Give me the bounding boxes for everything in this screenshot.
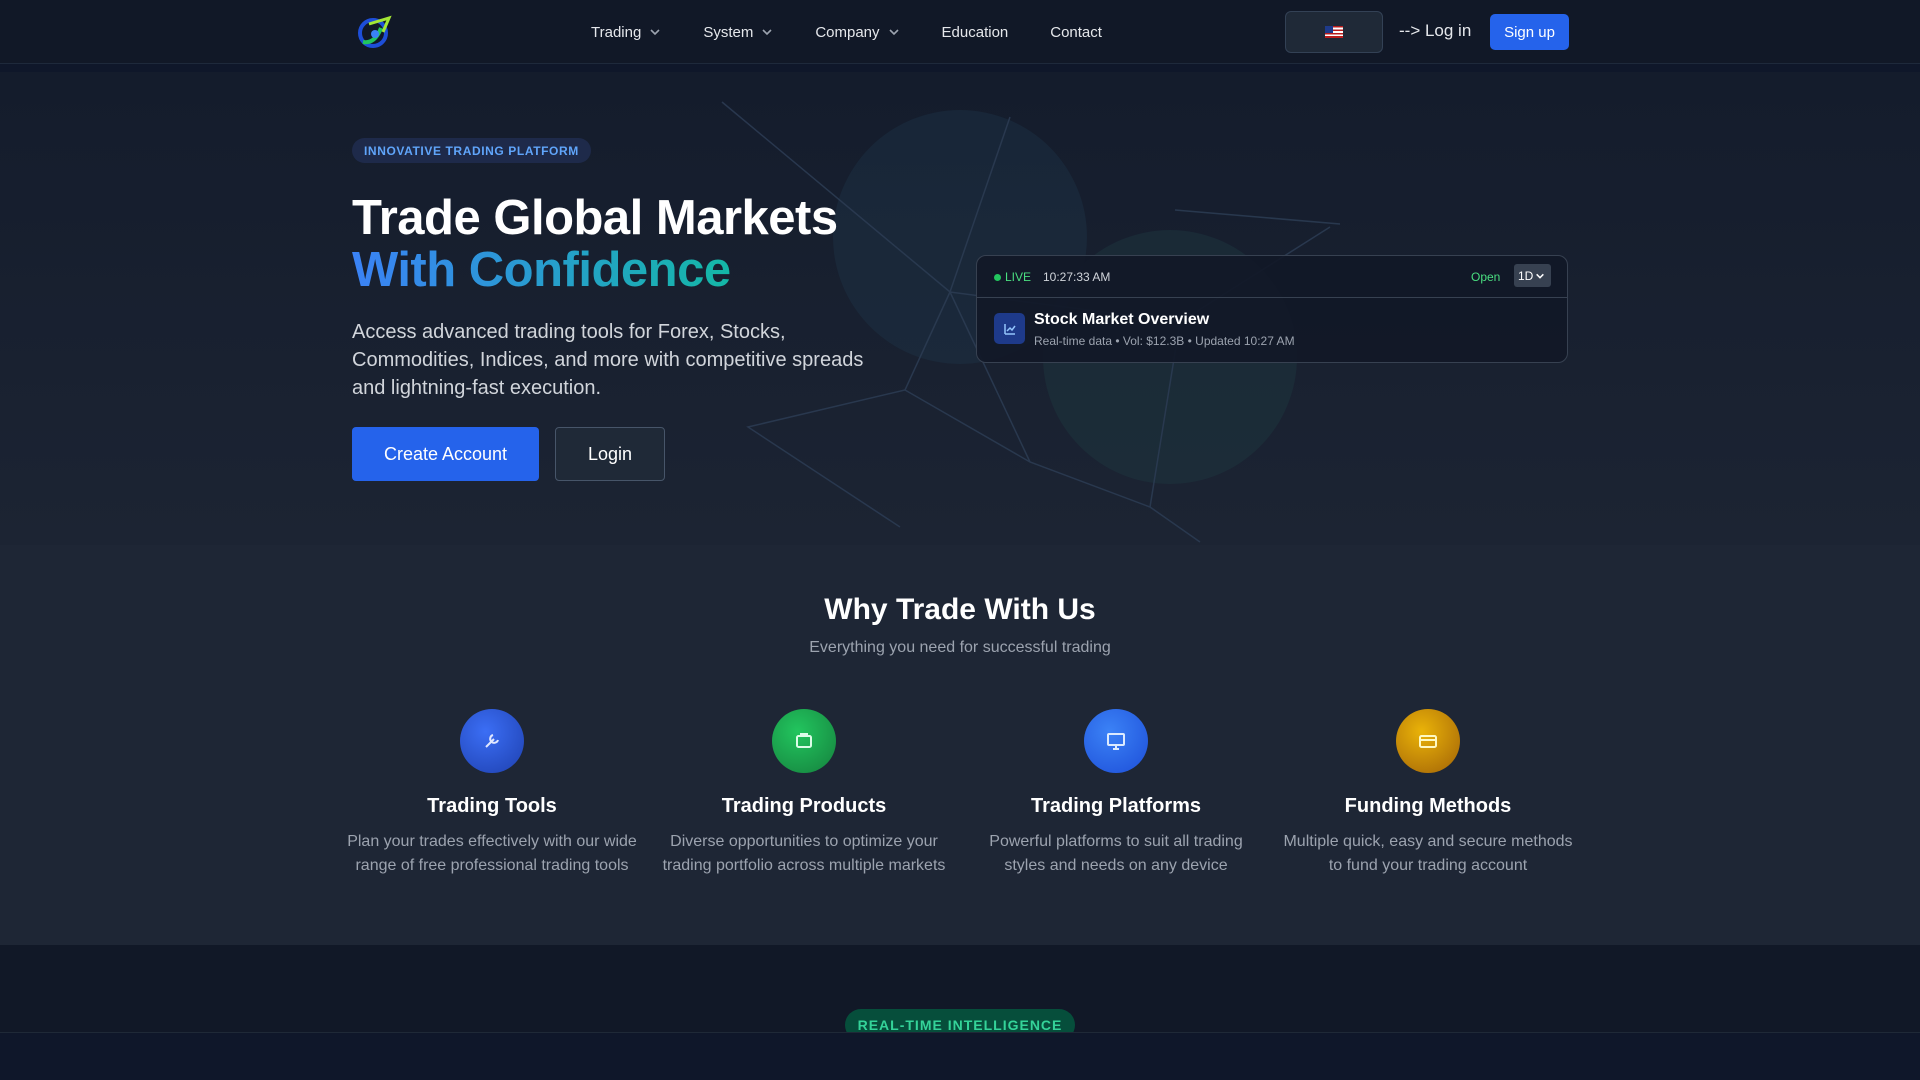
- feature-trading-platforms: Trading Platforms Powerful platforms to …: [971, 709, 1261, 878]
- feature-trading-products: Trading Products Diverse opportunities t…: [659, 709, 949, 878]
- widget-time: 10:27:33 AM: [1043, 270, 1111, 284]
- intelligence-section: REAL-TIME INTELLIGENCE: [0, 945, 1920, 1080]
- feature-title: Trading Products: [721, 795, 887, 817]
- feature-title: Trading Platforms: [1030, 795, 1202, 817]
- period-select[interactable]: 1D: [1514, 264, 1551, 287]
- nav-company[interactable]: Company: [815, 24, 899, 41]
- footer-strip: [0, 1032, 1920, 1080]
- hero-badge: INNOVATIVE TRADING PLATFORM: [352, 138, 591, 163]
- top-navbar: Trading System Company Education Contact…: [0, 0, 1920, 64]
- nav-education-label: Education: [941, 23, 1009, 41]
- chevron-down-icon: [888, 29, 899, 36]
- nav-contact[interactable]: Contact: [1050, 24, 1102, 41]
- live-label: LIVE: [1005, 270, 1032, 284]
- nav-education[interactable]: Education: [942, 24, 1009, 41]
- products-icon: [772, 709, 836, 773]
- language-selector[interactable]: [1285, 11, 1383, 53]
- feature-description: Powerful platforms to suit all trading s…: [989, 833, 1243, 874]
- section-subtitle: Everything you need for successful tradi…: [809, 639, 1111, 656]
- feature-funding-methods: Funding Methods Multiple quick, easy and…: [1283, 709, 1573, 878]
- funding-icon: [1396, 709, 1460, 773]
- hero-title: Trade Global Markets: [352, 191, 838, 245]
- chevron-down-icon: [762, 29, 772, 36]
- market-widget: LIVE 10:27:33 AM Open 1D Stock Market Ov…: [976, 255, 1568, 363]
- nav-contact-label: Contact: [1050, 23, 1102, 41]
- hero-title-accent: With Confidence: [352, 243, 731, 297]
- chevron-down-icon: [650, 29, 660, 36]
- live-indicator: LIVE: [994, 270, 1031, 284]
- live-dot-icon: [994, 273, 1001, 281]
- chevron-down-icon: [1536, 273, 1545, 279]
- tools-icon: [460, 709, 524, 773]
- section-title: Why Trade With Us: [824, 593, 1096, 626]
- nav-system-label: System: [703, 23, 754, 41]
- feature-title: Funding Methods: [1344, 795, 1512, 817]
- feature-trading-tools: Trading Tools Plan your trades effective…: [347, 709, 637, 878]
- market-status: Open: [1471, 270, 1501, 284]
- hero-description: Access advanced trading tools for Forex,…: [352, 321, 864, 399]
- nav-company-label: Company: [815, 23, 880, 41]
- widget-title: Stock Market Overview: [1034, 311, 1210, 328]
- nav-trading-label: Trading: [591, 23, 642, 41]
- why-section: Why Trade With Us Everything you need fo…: [0, 545, 1920, 945]
- feature-description: Diverse opportunities to optimize your t…: [662, 833, 946, 874]
- divider: [0, 64, 1920, 72]
- feature-description: Multiple quick, easy and secure methods …: [1283, 833, 1573, 874]
- nav-trading[interactable]: Trading: [591, 24, 661, 41]
- feature-title: Trading Tools: [427, 795, 557, 817]
- hero-section: INNOVATIVE TRADING PLATFORM Trade Global…: [0, 72, 1920, 545]
- login-link[interactable]: -->⁠ Log in: [1399, 21, 1471, 41]
- create-account-button[interactable]: Create Account: [352, 427, 539, 481]
- nav-system[interactable]: System: [703, 24, 773, 41]
- period-value: 1D: [1518, 268, 1534, 283]
- widget-header: LIVE 10:27:33 AM Open 1D: [977, 256, 1567, 298]
- us-flag-icon: [1325, 26, 1343, 38]
- logo[interactable]: [355, 14, 395, 50]
- feature-description: Plan your trades effectively with our wi…: [347, 833, 637, 874]
- login-button[interactable]: Login: [555, 427, 665, 481]
- chart-icon: [994, 313, 1025, 344]
- background-network-graphic: [721, 101, 1341, 543]
- signup-button[interactable]: Sign up: [1490, 14, 1569, 50]
- widget-subtitle: Real-time data • Vol: $12.3B • Updated 1…: [1034, 334, 1295, 348]
- platforms-icon: [1084, 709, 1148, 773]
